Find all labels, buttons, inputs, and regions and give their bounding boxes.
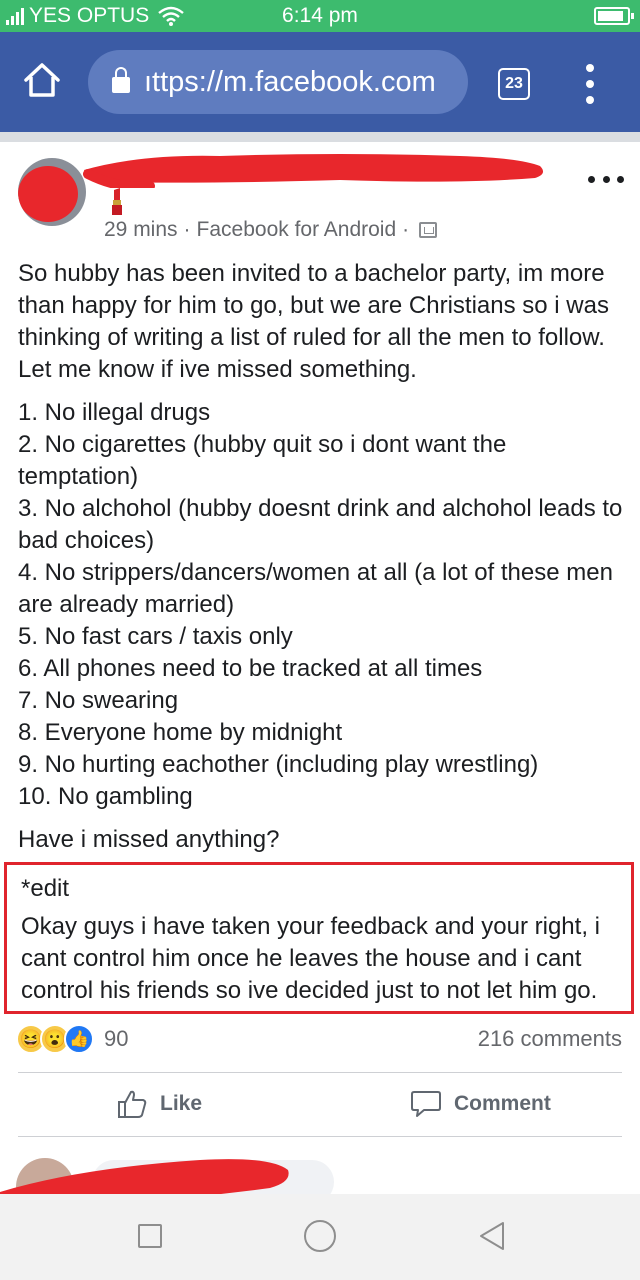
author-avatar[interactable] (18, 158, 86, 226)
address-bar[interactable]: ıttps://m.facebook.com (88, 50, 468, 114)
post-meta: 29 mins · Facebook for Android · (104, 218, 438, 242)
overflow-menu-icon[interactable] (580, 64, 600, 104)
post-options-icon[interactable] (588, 172, 624, 186)
rule-item: 2. No cigarettes (hubby quit so i dont w… (18, 431, 507, 490)
edit-label: *edit (21, 875, 70, 902)
url-text: ıttps://m.facebook.com (144, 65, 436, 98)
post-intro: So hubby has been invited to a bachelor … (18, 260, 609, 383)
reaction-count: 90 (104, 1026, 129, 1051)
privacy-group-icon (419, 222, 438, 238)
back-icon[interactable] (478, 1220, 506, 1252)
thumbs-up-icon (118, 1090, 147, 1118)
lipstick-emoji-icon (112, 188, 122, 215)
rule-item: 6. All phones need to be tracked at all … (18, 655, 483, 682)
rules-list: 1. No illegal drugs 2. No cigarettes (hu… (18, 397, 628, 813)
comment-button[interactable]: Comment (410, 1088, 551, 1120)
browser-toolbar: ıttps://m.facebook.com 23 (0, 32, 640, 132)
tabs-button[interactable]: 23 (498, 68, 530, 100)
comment-bubble-icon (411, 1091, 441, 1117)
edit-highlight-box: *edit Okay guys i have taken your feedba… (4, 862, 634, 1014)
rule-item: 4. No strippers/dancers/women at all (a … (18, 559, 613, 618)
reaction-summary[interactable]: 😆 😮 👍 90 (16, 1024, 128, 1054)
home-icon[interactable] (22, 60, 62, 100)
divider (18, 1136, 622, 1137)
like-label: Like (160, 1092, 203, 1115)
rule-item: 9. No hurting eachother (including play … (18, 751, 539, 778)
rule-item: 8. Everyone home by midnight (18, 719, 343, 746)
recents-icon[interactable] (138, 1224, 162, 1248)
edit-text: Okay guys i have taken your feedback and… (21, 913, 600, 1004)
post-source: Facebook for Android (196, 218, 397, 241)
redaction-mark (18, 166, 78, 222)
home-circle-icon[interactable] (304, 1220, 336, 1252)
battery-icon (594, 7, 634, 25)
rule-item: 5. No fast cars / taxis only (18, 623, 293, 650)
author-name-redaction (83, 154, 544, 188)
rule-item: 10. No gambling (18, 783, 193, 810)
comment-count[interactable]: 216 comments (478, 1026, 622, 1052)
post-time[interactable]: 29 mins (104, 218, 178, 242)
rule-item: 3. No alchohol (hubby doesnt drink and a… (18, 495, 623, 554)
rule-item: 7. No swearing (18, 687, 179, 714)
meta-separator-2: · (402, 218, 410, 241)
lock-icon (112, 67, 130, 93)
status-bar: YES OPTUS 6:14 pm (0, 0, 640, 32)
android-nav-bar (0, 1194, 640, 1280)
like-button[interactable]: Like (116, 1088, 202, 1120)
battery-level (598, 11, 623, 21)
clock: 6:14 pm (282, 4, 358, 27)
post-question: Have i missed anything? (18, 826, 280, 853)
comment-label: Comment (454, 1092, 551, 1115)
rule-item: 1. No illegal drugs (18, 399, 211, 426)
like-reaction-icon: 👍 (64, 1024, 94, 1054)
meta-separator: · (183, 218, 191, 241)
tab-count: 23 (505, 75, 523, 92)
feed-divider (0, 132, 640, 142)
divider (18, 1072, 622, 1073)
